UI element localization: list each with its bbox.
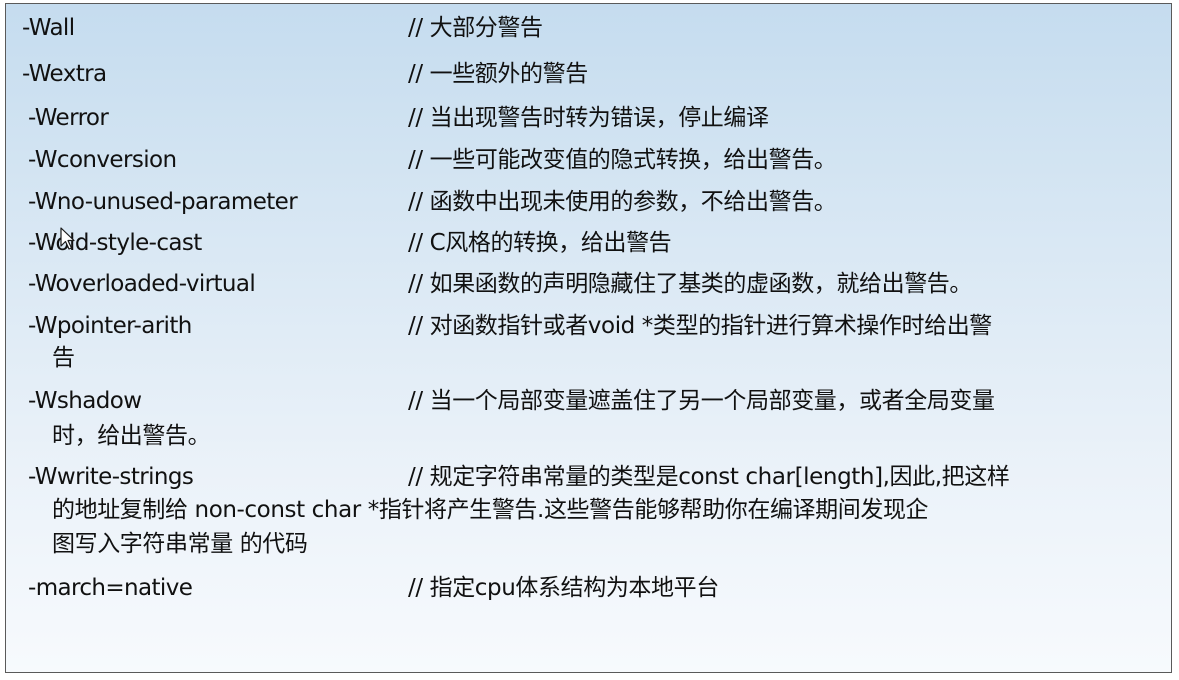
description-continuation: 时，给出警告。	[52, 423, 211, 449]
option-name: -Werror	[28, 105, 109, 131]
option-name: -Woverloaded-virtual	[28, 271, 256, 297]
line-woverloaded-virtual: -Woverloaded-virtual // 如果函数的声明隐藏住了基类的虚函…	[6, 262, 1171, 306]
option-name: -Wall	[22, 15, 75, 41]
option-name: -Wconversion	[28, 147, 177, 173]
option-name: -Wextra	[22, 61, 107, 87]
option-description: // 规定字符串常量的类型是const char[length],因此,把这样	[408, 464, 1010, 490]
line-wshadow: -Wshadow // 当一个局部变量遮盖住了另一个局部变量，或者全局变量	[6, 379, 1171, 423]
option-name: -Wshadow	[28, 388, 142, 414]
option-description: // 大部分警告	[408, 15, 543, 41]
option-description: // 函数中出现未使用的参数，不给出警告。	[408, 189, 837, 215]
option-name: -Wwrite-strings	[28, 464, 194, 490]
line-wpointer-arith: -Wpointer-arith // 对函数指针或者void *类型的指针进行算…	[6, 304, 1171, 348]
option-description: // 对函数指针或者void *类型的指针进行算术操作时给出警	[408, 313, 992, 339]
option-name: -Wno-unused-parameter	[28, 189, 298, 215]
option-description: // 指定cpu体系结构为本地平台	[408, 575, 719, 601]
option-description: // 当一个局部变量遮盖住了另一个局部变量，或者全局变量	[408, 388, 995, 414]
line-wextra: -Wextra // 一些额外的警告	[6, 52, 1171, 96]
option-name: -Wold-style-cast	[28, 230, 202, 256]
description-continuation: 告	[52, 345, 75, 371]
line-march-native: -march=native // 指定cpu体系结构为本地平台	[6, 566, 1171, 610]
option-name: -march=native	[28, 575, 193, 601]
mouse-cursor-icon	[60, 227, 75, 250]
line-wold-style-cast: -Wold-style-cast // C风格的转换，给出警告	[6, 221, 1171, 265]
description-continuation: 图写入字符串常量 的代码	[52, 531, 308, 557]
option-description: // 一些可能改变值的隐式转换，给出警告。	[408, 147, 837, 173]
option-description: // 当出现警告时转为错误，停止编译	[408, 105, 769, 131]
line-wwrite-strings: -Wwrite-strings // 规定字符串常量的类型是const char…	[6, 455, 1171, 499]
content-panel: -Wall // 大部分警告 -Wextra // 一些额外的警告 -Werro…	[5, 3, 1172, 673]
description-continuation: 的地址复制给 non-const char *指针将产生警告.这些警告能够帮助你…	[52, 497, 929, 523]
line-wno-unused-parameter: -Wno-unused-parameter // 函数中出现未使用的参数，不给出…	[6, 180, 1171, 224]
option-description: // 一些额外的警告	[408, 61, 588, 87]
line-wconversion: -Wconversion // 一些可能改变值的隐式转换，给出警告。	[6, 138, 1171, 182]
option-description: // C风格的转换，给出警告	[408, 230, 672, 256]
line-werror: -Werror // 当出现警告时转为错误，停止编译	[6, 96, 1171, 140]
line-wall: -Wall // 大部分警告	[6, 6, 1171, 50]
option-description: // 如果函数的声明隐藏住了基类的虚函数，就给出警告。	[408, 271, 973, 297]
